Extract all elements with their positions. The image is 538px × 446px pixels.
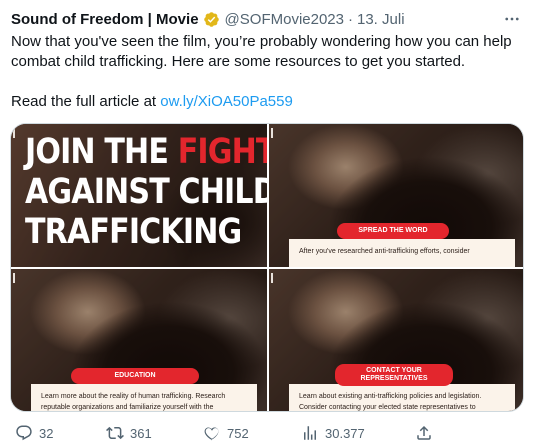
- article-link[interactable]: ow.ly/XiOA50Pa559: [160, 93, 293, 110]
- corner-mark: [271, 128, 277, 138]
- media-image-contact-representatives[interactable]: CONTACT YOUR REPRESENTATIVES Learn about…: [269, 269, 523, 411]
- media-grid: JOIN THE FIGHT AGAINST CHILD TRAFFICKING…: [10, 123, 524, 412]
- card-text: Learn about existing anti-trafficking po…: [299, 393, 482, 411]
- headline-text: JOIN THE FIGHT AGAINST CHILD TRAFFICKING: [25, 132, 267, 252]
- views-button[interactable]: 30.377: [301, 424, 365, 442]
- author-display-name[interactable]: Sound of Freedom | Movie: [11, 11, 199, 28]
- tweet-text: Now that you've seen the film, you’re pr…: [11, 33, 512, 70]
- retweet-button[interactable]: 361: [106, 424, 152, 442]
- info-card: Learn about existing anti-trafficking po…: [289, 384, 515, 411]
- headline-fight: FIGHT: [177, 132, 267, 172]
- more-horizontal-icon[interactable]: [502, 9, 522, 29]
- read-more-line: Read the full article at ow.ly/XiOA50Pa5…: [11, 92, 293, 112]
- read-prefix: Read the full article at: [11, 93, 157, 110]
- share-button[interactable]: [415, 424, 433, 442]
- headline-line1: JOIN THE: [25, 132, 169, 172]
- section-pill: EDUCATION: [71, 368, 199, 384]
- info-card: After you've researched anti-trafficking…: [289, 239, 515, 267]
- like-count: 752: [227, 425, 249, 441]
- headline-line2: AGAINST CHILD: [25, 172, 267, 212]
- like-button[interactable]: 752: [203, 424, 249, 442]
- section-pill: CONTACT YOUR REPRESENTATIVES: [335, 364, 453, 386]
- retweet-icon: [106, 426, 124, 440]
- tweet-actions: 32 361 752 30.377: [15, 424, 525, 442]
- media-image-education[interactable]: EDUCATION Learn more about the reality o…: [11, 269, 267, 411]
- corner-mark: [13, 273, 19, 283]
- card-text: Learn more about the reality of human tr…: [41, 393, 226, 411]
- reply-button[interactable]: 32: [15, 424, 53, 442]
- heart-icon: [204, 427, 219, 441]
- card-text: After you've researched anti-trafficking…: [299, 248, 470, 255]
- reply-icon: [16, 425, 32, 441]
- author-handle[interactable]: @SOFMovie2023: [225, 11, 344, 28]
- media-image-spread-the-word[interactable]: SPREAD THE WORD After you've researched …: [269, 124, 523, 267]
- corner-mark: [13, 128, 19, 138]
- corner-mark: [271, 273, 277, 283]
- section-pill: SPREAD THE WORD: [337, 223, 449, 239]
- media-image-headline[interactable]: JOIN THE FIGHT AGAINST CHILD TRAFFICKING: [11, 124, 267, 267]
- separator-dot: ·: [348, 10, 353, 28]
- info-card: Learn more about the reality of human tr…: [31, 384, 257, 411]
- verified-badge-icon[interactable]: [203, 11, 220, 28]
- share-icon: [417, 425, 431, 440]
- views-count: 30.377: [325, 425, 365, 441]
- headline-line3: TRAFFICKING: [25, 212, 242, 252]
- tweet-body: Now that you've seen the film, you’re pr…: [11, 32, 526, 72]
- tweet-date[interactable]: 13. Juli: [357, 11, 405, 28]
- reply-count: 32: [39, 425, 54, 441]
- retweet-count: 361: [130, 425, 152, 441]
- views-chart-icon: [304, 426, 316, 440]
- tweet-header: Sound of Freedom | Movie @SOFMovie2023 ·…: [11, 9, 524, 29]
